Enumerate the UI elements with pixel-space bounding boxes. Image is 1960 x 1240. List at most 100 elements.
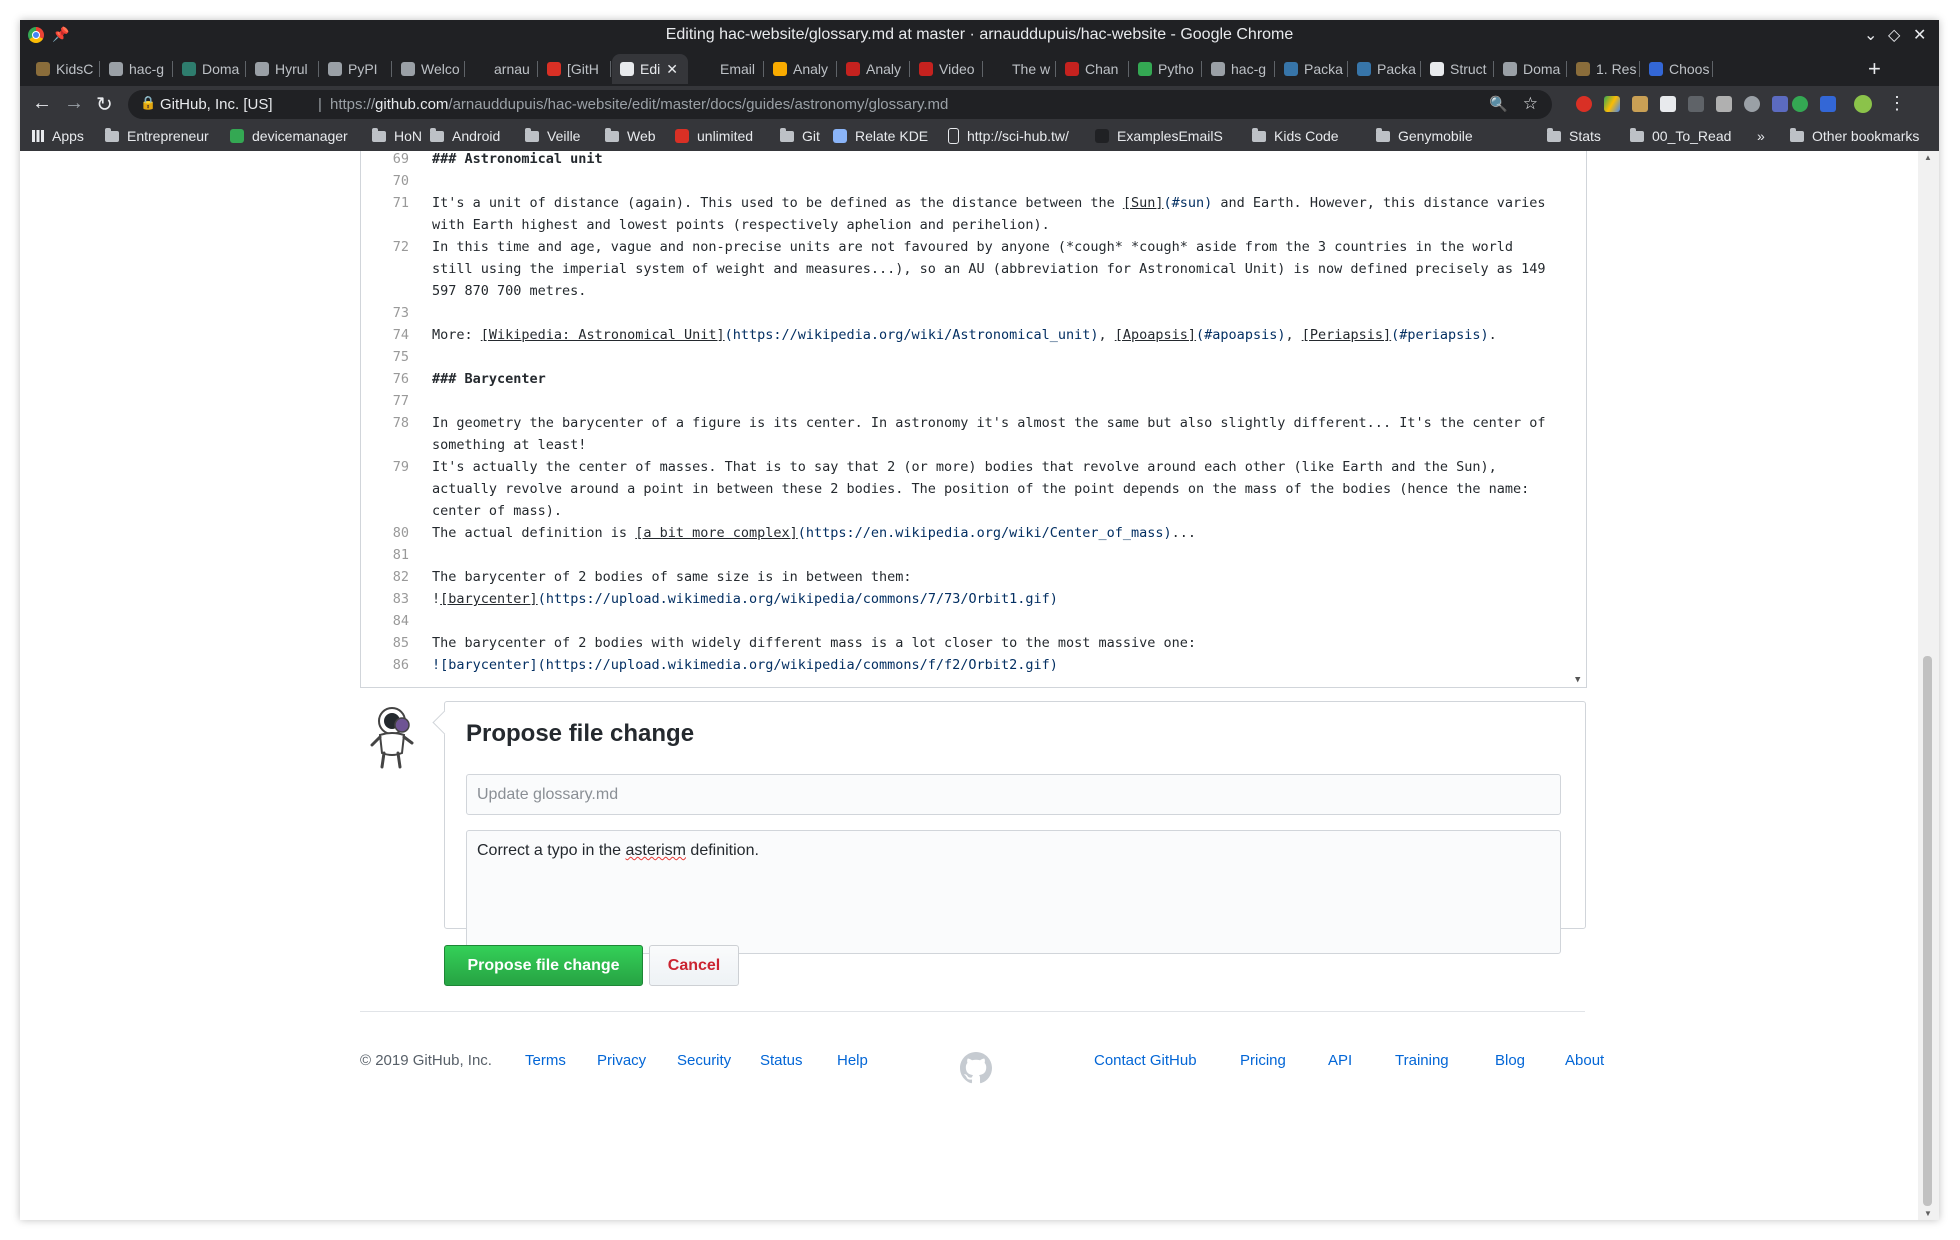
line-text[interactable]: ### Barycenter xyxy=(432,371,546,387)
bookmark-item[interactable]: Entrepreneur xyxy=(105,127,209,144)
close-tab-icon[interactable]: ✕ xyxy=(666,61,678,78)
extension-icon-6[interactable] xyxy=(1716,96,1732,112)
page-scroll-down-icon[interactable]: ▼ xyxy=(1924,1209,1932,1218)
browser-tab[interactable]: The w xyxy=(984,54,1056,84)
profile-avatar[interactable] xyxy=(1854,95,1872,113)
line-text[interactable]: In this time and age, vague and non-prec… xyxy=(432,239,1513,255)
forward-arrow-icon[interactable]: → xyxy=(64,92,84,115)
browser-tab[interactable]: Analy xyxy=(838,54,910,84)
minimize-chevron-icon[interactable]: ⌄ xyxy=(1864,25,1877,45)
footer-link[interactable]: Security xyxy=(677,1052,731,1069)
kebab-menu-icon[interactable]: ⋮ xyxy=(1888,93,1906,114)
address-url[interactable]: https://github.com/arnauddupuis/hac-webs… xyxy=(330,96,948,113)
browser-tab[interactable]: 1. Res xyxy=(1568,54,1640,84)
address-bar[interactable]: 🔒 GitHub, Inc. [US] | https://github.com… xyxy=(128,90,1552,119)
line-text[interactable]: The barycenter of 2 bodies of same size … xyxy=(432,569,912,585)
editor-scrollbar[interactable]: ▼ xyxy=(1572,151,1586,687)
bookmark-item[interactable]: Genymobile xyxy=(1376,127,1473,144)
close-window-icon[interactable]: ✕ xyxy=(1913,25,1926,45)
browser-tab[interactable]: Choos xyxy=(1641,54,1713,84)
footer-link[interactable]: API xyxy=(1328,1052,1352,1069)
browser-tab[interactable]: hac-g xyxy=(1203,54,1275,84)
browser-tab[interactable]: PyPI xyxy=(320,54,392,84)
bookmark-item[interactable]: http://sci-hub.tw/ xyxy=(948,128,1069,144)
extension-icon-7[interactable] xyxy=(1744,96,1760,112)
site-identity[interactable]: GitHub, Inc. [US] xyxy=(160,96,273,113)
footer-link[interactable]: Privacy xyxy=(597,1052,646,1069)
page-scroll-thumb[interactable] xyxy=(1923,656,1932,1206)
apps-shortcut[interactable]: Apps xyxy=(32,128,84,144)
line-text[interactable]: center of mass). xyxy=(432,503,562,519)
restore-icon[interactable]: ◇ xyxy=(1888,25,1900,45)
line-text[interactable]: ![barycenter](https://upload.wikimedia.o… xyxy=(432,657,1058,673)
footer-link[interactable]: Status xyxy=(760,1052,803,1069)
line-text[interactable]: More: [Wikipedia: Astronomical Unit](htt… xyxy=(432,327,1497,343)
propose-file-change-button[interactable]: Propose file change xyxy=(444,945,643,986)
bookmark-item[interactable]: devicemanager xyxy=(230,128,348,144)
line-text[interactable]: It's actually the center of masses. That… xyxy=(432,459,1497,475)
bookmark-item[interactable]: Kids Code xyxy=(1252,127,1339,144)
browser-tab[interactable]: Pytho xyxy=(1130,54,1202,84)
footer-link[interactable]: Help xyxy=(837,1052,868,1069)
footer-link[interactable]: Training xyxy=(1395,1052,1449,1069)
extension-icon-9[interactable] xyxy=(1792,96,1808,112)
line-text[interactable]: with Earth highest and lowest points (re… xyxy=(432,217,1050,233)
browser-tab[interactable]: Welco xyxy=(393,54,465,84)
bookmark-item[interactable]: Stats xyxy=(1547,127,1601,144)
extension-icon-5[interactable] xyxy=(1688,96,1704,112)
bookmark-item[interactable]: unlimited xyxy=(675,128,753,144)
bookmarks-overflow-chevron[interactable]: » xyxy=(1757,128,1765,144)
extension-icon-3[interactable] xyxy=(1632,96,1648,112)
line-text[interactable]: 597 870 700 metres. xyxy=(432,283,586,299)
browser-tab[interactable]: arnau xyxy=(466,54,538,84)
line-text[interactable]: In geometry the barycenter of a figure i… xyxy=(432,415,1546,431)
page-scroll-up-icon[interactable]: ▲ xyxy=(1924,153,1932,162)
browser-tab[interactable]: Doma xyxy=(174,54,246,84)
back-arrow-icon[interactable]: ← xyxy=(32,92,52,115)
footer-link[interactable]: Pricing xyxy=(1240,1052,1286,1069)
browser-tab[interactable]: Struct xyxy=(1422,54,1494,84)
line-text[interactable]: actually revolve around a point in betwe… xyxy=(432,481,1529,497)
bookmark-star-icon[interactable]: ☆ xyxy=(1523,94,1538,114)
extension-icon-1[interactable] xyxy=(1576,96,1592,112)
drive-extension-icon[interactable] xyxy=(1604,96,1620,112)
browser-tab[interactable]: Video xyxy=(911,54,983,84)
browser-tab[interactable]: hac-g xyxy=(101,54,173,84)
line-text[interactable]: still using the imperial system of weigh… xyxy=(432,261,1546,277)
line-text[interactable]: ### Astronomical unit xyxy=(432,151,603,167)
browser-tab[interactable]: Doma xyxy=(1495,54,1567,84)
bookmark-item[interactable]: Relate KDE xyxy=(833,128,928,144)
line-text[interactable]: The actual definition is [a bit more com… xyxy=(432,525,1196,541)
extension-icon-8[interactable] xyxy=(1772,96,1788,112)
line-text[interactable]: something at least! xyxy=(432,437,586,453)
reload-icon[interactable]: ↻ xyxy=(96,92,113,117)
browser-tab[interactable]: Edi ✕ xyxy=(612,54,688,84)
browser-tab[interactable]: Hyrul xyxy=(247,54,319,84)
extension-icon-4[interactable] xyxy=(1660,96,1676,112)
footer-link[interactable]: Terms xyxy=(525,1052,566,1069)
lock-icon[interactable]: 🔒 xyxy=(140,95,156,111)
browser-tab[interactable]: [GitH xyxy=(539,54,611,84)
line-text[interactable]: It's a unit of distance (again). This us… xyxy=(432,195,1546,211)
browser-tab[interactable]: KidsC xyxy=(28,54,100,84)
code-editor[interactable]: ▼ 69 ### Astronomical unit 70 71 It's a unit… xyxy=(360,151,1587,688)
footer-link[interactable]: About xyxy=(1565,1052,1604,1069)
footer-link[interactable]: Contact GitHub xyxy=(1094,1052,1197,1069)
bookmark-item[interactable]: Web xyxy=(605,127,656,144)
bookmark-item[interactable]: Veille xyxy=(525,127,580,144)
browser-tab[interactable]: Chan xyxy=(1057,54,1129,84)
extension-icon-10[interactable] xyxy=(1820,96,1836,112)
bookmark-item[interactable]: ExamplesEmailS xyxy=(1095,128,1223,144)
footer-link[interactable]: Blog xyxy=(1495,1052,1525,1069)
bookmark-item[interactable]: Git xyxy=(780,127,820,144)
cancel-button[interactable]: Cancel xyxy=(649,945,739,986)
other-bookmarks[interactable]: Other bookmarks xyxy=(1790,127,1919,144)
scroll-down-arrow-icon[interactable]: ▼ xyxy=(1575,675,1580,685)
bookmark-item[interactable]: 00_To_Read xyxy=(1630,127,1731,144)
line-text[interactable]: The barycenter of 2 bodies with widely d… xyxy=(432,635,1196,651)
zoom-icon[interactable]: 🔍 xyxy=(1489,95,1508,113)
bookmark-item[interactable]: Android xyxy=(430,127,500,144)
page-scrollbar[interactable]: ▲ ▼ xyxy=(1918,151,1939,1220)
new-tab-plus-icon[interactable]: + xyxy=(1868,56,1881,82)
github-logo-icon[interactable] xyxy=(960,1052,992,1084)
